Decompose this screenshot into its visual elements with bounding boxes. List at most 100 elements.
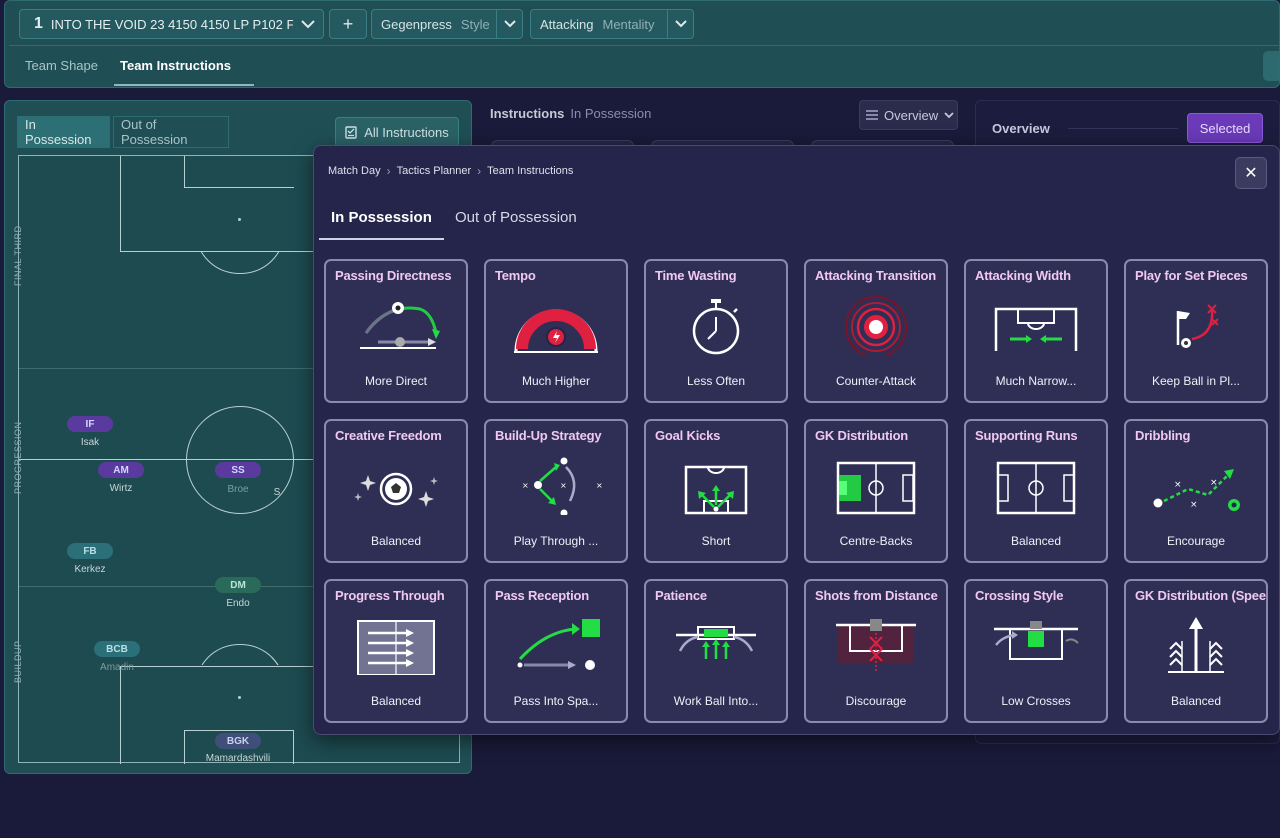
selected-filter-button[interactable]: Selected xyxy=(1187,113,1263,143)
mentality-select[interactable]: Attacking Mentality xyxy=(530,9,694,39)
card-value: Work Ball Into... xyxy=(673,694,759,708)
modal-tab-in-possession[interactable]: In Possession xyxy=(331,209,432,226)
card-title: Tempo xyxy=(495,268,536,283)
instruction-card-gk-distribution-speed[interactable]: GK Distribution (Speed) Balanced xyxy=(1124,579,1268,723)
player-name: Amadin xyxy=(100,662,134,673)
chevron-right-icon: › xyxy=(477,164,482,178)
card-title: Progress Through xyxy=(335,588,445,603)
player-name: Isak xyxy=(80,437,100,448)
player-name: Broe xyxy=(227,484,249,495)
instruction-card-goal-kicks[interactable]: Goal Kicks Short xyxy=(644,419,788,563)
card-title: Supporting Runs xyxy=(975,428,1078,443)
breadcrumb-item[interactable]: Tactics Planner xyxy=(397,165,472,177)
card-value: Balanced xyxy=(1010,534,1062,548)
style-select[interactable]: Gegenpress Style xyxy=(371,9,523,39)
attacking-width-icon xyxy=(994,307,1078,351)
card-title: Crossing Style xyxy=(975,588,1064,603)
instruction-card-shots-from-distance[interactable]: Shots from Distance Discourage xyxy=(804,579,948,723)
zone-label-final-third: FINAL THIRD xyxy=(13,225,23,286)
svg-text:×: × xyxy=(1174,480,1182,490)
player-role-chip[interactable]: SS xyxy=(215,462,261,478)
card-value: Less Often xyxy=(686,374,746,388)
instruction-card-dribbling[interactable]: Dribbling × × × Encourage xyxy=(1124,419,1268,563)
player-role-chip[interactable]: AM xyxy=(98,462,144,478)
card-title: Creative Freedom xyxy=(335,428,442,443)
player-name: Endo xyxy=(226,598,250,609)
gk-distribution-icon xyxy=(836,461,916,515)
card-value: Much Higher xyxy=(521,374,591,388)
player-role-chip[interactable]: FB xyxy=(67,543,113,559)
instruction-card-set-pieces[interactable]: Play for Set Pieces Keep Ball in Pl... xyxy=(1124,259,1268,403)
card-title: GK Distribution (Speed) xyxy=(1135,588,1268,603)
player-name: Kerkez xyxy=(74,564,106,575)
patience-icon xyxy=(676,626,756,659)
list-icon xyxy=(866,110,878,120)
card-title: GK Distribution xyxy=(815,428,909,443)
instruction-card-attacking-width[interactable]: Attacking Width Much Narrow... xyxy=(964,259,1108,403)
add-tactic-button[interactable]: + xyxy=(329,9,367,39)
player-role-chip[interactable]: BCB xyxy=(94,641,140,657)
close-button[interactable]: ✕ xyxy=(1235,157,1267,189)
svg-text:×: × xyxy=(522,481,529,490)
instruction-card-time-wasting[interactable]: Time Wasting Less Often xyxy=(644,259,788,403)
instruction-card-patience[interactable]: Patience Work Ball Into... xyxy=(644,579,788,723)
crossing-style-icon xyxy=(994,621,1079,660)
tab-out-of-possession[interactable]: Out of Possession xyxy=(113,116,229,148)
instruction-card-attacking-transition[interactable]: Attacking Transition Counter-Attack xyxy=(804,259,948,403)
tempo-gauge-icon xyxy=(514,309,598,353)
instruction-card-gk-distribution[interactable]: GK Distribution Centre-Backs xyxy=(804,419,948,563)
instruction-card-passing-directness[interactable]: Passing Directness More Direct xyxy=(324,259,468,403)
tactic-select[interactable]: 1 INTO THE VOID 23 4150 4150 LP P102 FA xyxy=(19,9,324,39)
instructions-header: Instructions In Possession xyxy=(490,106,651,121)
card-value: Keep Ball in Pl... xyxy=(1151,374,1241,388)
card-value: Short xyxy=(701,534,731,548)
mentality-label: Mentality xyxy=(602,16,655,32)
style-label: Style xyxy=(460,16,490,32)
instruction-card-supporting-runs[interactable]: Supporting Runs Balanced xyxy=(964,419,1108,563)
tab-team-shape[interactable]: Team Shape xyxy=(25,58,98,73)
card-value: Low Crosses xyxy=(1001,694,1071,708)
passing-directness-icon xyxy=(360,302,440,349)
instruction-card-pass-reception[interactable]: Pass Reception Pass Into Spa... xyxy=(484,579,628,723)
card-value: Much Narrow... xyxy=(995,374,1077,388)
player-role-chip[interactable]: BGK xyxy=(215,733,261,749)
close-icon: ✕ xyxy=(1244,165,1258,182)
mentality-value: Attacking xyxy=(540,16,594,32)
tab-team-instructions[interactable]: Team Instructions xyxy=(120,58,231,73)
svg-text:×: × xyxy=(1190,500,1198,510)
view-mode-dropdown[interactable]: Overview xyxy=(859,100,958,130)
instruction-grid: Passing Directness More Direct Tempo Muc… xyxy=(324,259,1268,723)
card-title: Build-Up Strategy xyxy=(495,428,602,443)
card-title: Attacking Width xyxy=(975,268,1071,283)
player-role-chip[interactable]: DM xyxy=(215,577,261,593)
tactic-name: INTO THE VOID 23 4150 4150 LP P102 FA xyxy=(50,16,293,32)
instruction-card-build-up-strategy[interactable]: Build-Up Strategy × × × Play Through ... xyxy=(484,419,628,563)
creative-freedom-icon xyxy=(354,472,438,507)
card-title: Shots from Distance xyxy=(815,588,938,603)
card-title: Goal Kicks xyxy=(655,428,721,443)
pass-reception-icon xyxy=(517,619,600,670)
card-title: Patience xyxy=(655,588,707,603)
chevron-down-icon xyxy=(667,10,693,38)
instruction-card-creative-freedom[interactable]: Creative Freedom Balanced xyxy=(324,419,468,563)
breadcrumb-item: Team Instructions xyxy=(487,165,574,177)
tab-in-possession[interactable]: In Possession xyxy=(17,116,110,148)
overview-title: Overview xyxy=(992,121,1050,136)
modal-tab-out-of-possession[interactable]: Out of Possession xyxy=(455,209,577,226)
active-tab-underline xyxy=(114,84,254,86)
card-title: Time Wasting xyxy=(655,268,737,283)
set-pieces-icon xyxy=(1176,304,1219,348)
card-title: Dribbling xyxy=(1135,428,1191,443)
instruction-card-tempo[interactable]: Tempo Much Higher xyxy=(484,259,628,403)
card-value: Encourage xyxy=(1166,534,1226,548)
side-panel-toggle[interactable] xyxy=(1263,51,1279,81)
player-role-chip[interactable]: IF xyxy=(67,416,113,432)
card-value: Balanced xyxy=(1170,694,1222,708)
instruction-card-crossing-style[interactable]: Crossing Style Low Crosses xyxy=(964,579,1108,723)
tactic-subtabs: Team Shape Team Instructions xyxy=(9,45,1280,89)
breadcrumb-item[interactable]: Match Day xyxy=(328,165,381,177)
all-instructions-button[interactable]: All Instructions xyxy=(335,117,459,147)
goal-kicks-icon xyxy=(684,465,748,515)
instruction-card-progress-through[interactable]: Progress Through Balanced xyxy=(324,579,468,723)
breadcrumb: Match Day › Tactics Planner › Team Instr… xyxy=(328,164,573,178)
